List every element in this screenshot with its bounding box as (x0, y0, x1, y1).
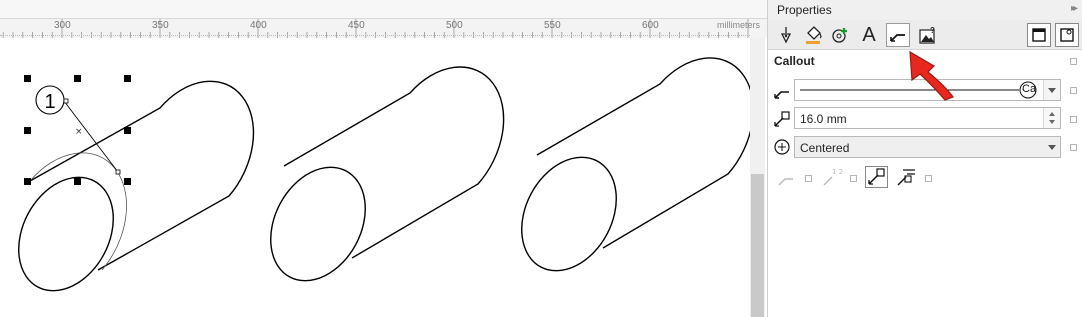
line-style-dropdown[interactable] (1043, 80, 1060, 100)
text-gap-icon[interactable] (895, 167, 917, 187)
section-checkbox[interactable] (1070, 58, 1077, 65)
page-border-guide (0, 35, 750, 36)
line-style-checkbox[interactable] (1070, 87, 1077, 94)
chevron-down-icon (1048, 87, 1056, 93)
callout-length-icon (774, 111, 790, 127)
properties-panel: Properties ▸▸ A ? Callout Ca 16.0 mm Cen… (767, 0, 1082, 317)
vertical-scrollbar[interactable] (750, 38, 765, 317)
svg-text:1 2 3: 1 2 3 (832, 168, 845, 176)
drawing-objects: 1 × (0, 57, 750, 307)
text-tab[interactable]: A (857, 23, 881, 47)
callout-line-icon (890, 34, 905, 42)
ruler-label: 350 (152, 20, 169, 31)
ruler-label: 550 (544, 20, 561, 31)
section-title: Callout (774, 54, 815, 68)
line-style-preview (800, 81, 1037, 99)
letter-a-icon: A (862, 23, 876, 46)
numbered-callout-icon[interactable]: 1 2 3 (821, 166, 845, 188)
horizontal-ruler[interactable]: 300 350 400 450 500 550 600 millimeters (0, 0, 767, 38)
drawing-canvas[interactable]: 300 350 400 450 500 550 600 millimeters … (0, 0, 767, 317)
ruler-label: 300 (54, 20, 71, 31)
collapse-panel-icon[interactable]: ▸▸ (1071, 3, 1078, 14)
position-value: Centered (800, 141, 850, 155)
resize-handle[interactable] (124, 178, 131, 185)
image-icon: ? (919, 26, 935, 44)
frame-icon (1032, 28, 1046, 42)
callout-tab[interactable] (886, 23, 910, 47)
attach-point-button[interactable] (865, 166, 888, 188)
resize-handle[interactable] (74, 75, 81, 82)
option-checkbox[interactable] (925, 175, 932, 182)
position-checkbox[interactable] (1070, 144, 1077, 151)
cylinder-shape[interactable] (503, 57, 750, 287)
page-settings-button[interactable] (1055, 23, 1079, 47)
app-window: 300 350 400 450 500 550 600 millimeters … (0, 0, 1082, 317)
resize-handle[interactable] (74, 178, 81, 185)
resize-handle[interactable] (124, 75, 131, 82)
leader-node[interactable] (63, 98, 69, 104)
stepper-up-icon[interactable] (1049, 112, 1055, 116)
properties-tabbar: A ? (768, 20, 1082, 50)
line-style-picker[interactable]: Ca (794, 79, 1061, 101)
ruler-unit-label: millimeters (716, 20, 760, 30)
resize-handle[interactable] (24, 178, 31, 185)
frame-view-button[interactable] (1027, 23, 1051, 47)
position-select[interactable]: Centered (794, 136, 1061, 158)
position-dropdown[interactable] (1043, 137, 1060, 157)
length-field[interactable]: 16.0 mm (794, 107, 1061, 129)
option-checkbox[interactable] (850, 175, 857, 182)
callout-style-icon (774, 91, 789, 99)
length-stepper[interactable] (1043, 108, 1060, 128)
ruler-label: 400 (250, 20, 267, 31)
ruler-label: 600 (642, 20, 659, 31)
outline-pen-tab[interactable] (774, 23, 798, 47)
resize-handle[interactable] (24, 75, 31, 82)
ruler-label: 450 (348, 20, 365, 31)
leader-node[interactable] (115, 169, 121, 175)
attach-point-icon (868, 168, 885, 185)
ruler-top-strip (0, 0, 767, 19)
page-settings-icon (1060, 28, 1074, 42)
stepper-down-icon[interactable] (1049, 120, 1055, 124)
ruler-label: 500 (446, 20, 463, 31)
panel-header: Properties ▸▸ (768, 0, 1082, 20)
resize-handle[interactable] (24, 127, 31, 134)
panel-title: Properties (777, 3, 832, 17)
fill-tab[interactable] (801, 23, 825, 47)
image-tab[interactable]: ? (916, 23, 940, 47)
callout-style-disabled-icon[interactable] (777, 170, 795, 188)
option-checkbox[interactable] (805, 175, 812, 182)
paint-bucket-icon (806, 26, 822, 44)
svg-text:?: ? (930, 26, 935, 35)
resize-handle[interactable] (124, 127, 131, 134)
chevron-down-icon (1047, 144, 1056, 150)
pen-nib-icon (780, 27, 792, 44)
cylinder-shape[interactable] (252, 66, 505, 297)
scrollbar-thumb[interactable] (751, 174, 764, 317)
length-input[interactable]: 16.0 mm (800, 112, 847, 126)
line-end-marker: Ca (1022, 83, 1037, 95)
cylinder-shape[interactable] (0, 80, 255, 307)
position-icon (774, 139, 790, 155)
add-effect-icon (832, 28, 847, 43)
center-marker-icon: × (75, 127, 83, 137)
length-checkbox[interactable] (1070, 116, 1077, 123)
callout-number: 1 (44, 91, 55, 113)
effects-tab[interactable] (828, 23, 852, 47)
